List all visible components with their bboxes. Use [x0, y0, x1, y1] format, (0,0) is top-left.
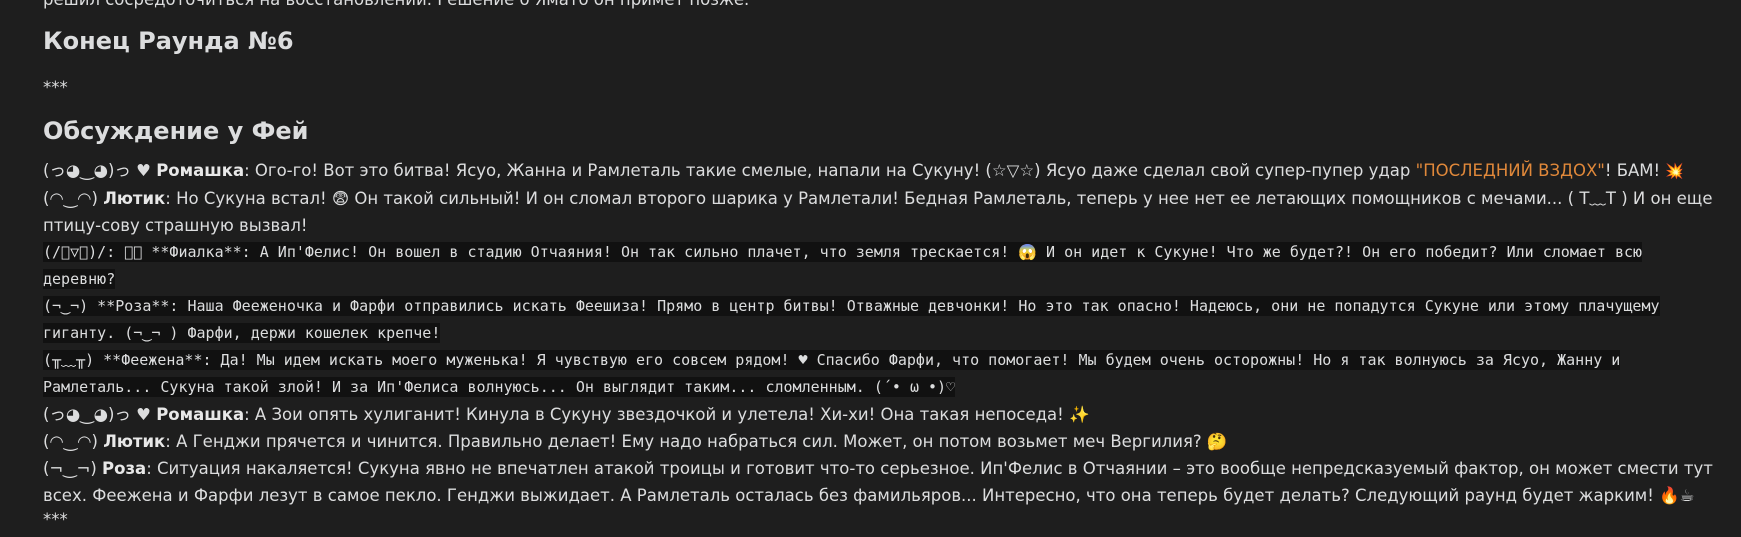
- message-text: : А Генджи прячется и чинится. Правильно…: [165, 432, 1228, 451]
- code-text: (/ﾟ▽ﾟ)/: ･ﾟ **Фиалка**: А Ип'Фелис! Он в…: [43, 242, 1643, 289]
- message-text: : А Зои опять хулиганит! Кинула в Сукуну…: [244, 405, 1090, 424]
- speaker-name: Ромашка: [156, 161, 245, 180]
- discussion-heading: Обсуждение у Фей: [43, 117, 309, 145]
- highlighted-attack-name: "ПОСЛЕДНИЙ ВЗДОХ": [1415, 161, 1605, 180]
- kaomoji: (◠‿◠): [43, 189, 104, 208]
- kaomoji: (っ◕‿◕)っ ♥: [43, 405, 157, 424]
- kaomoji: (っ◕‿◕)っ ♥: [43, 161, 157, 180]
- lead-paragraph: решил сосредоточиться на восстановлении.…: [43, 0, 1713, 13]
- message-text: : Ситуация накаляется! Сукуна явно не вп…: [43, 459, 1713, 505]
- separator: ***: [43, 78, 68, 97]
- explosion-icon: 💥: [1665, 162, 1685, 180]
- speaker-name: Лютик: [103, 432, 166, 451]
- message-text-end: ! БАМ!: [1604, 161, 1666, 180]
- kaomoji: (◠‿◠): [43, 432, 104, 451]
- message-roza-code: (¬‿¬) **Роза**: Наша Феежeночка и Фарфи …: [43, 293, 1713, 347]
- message-fialka-code: (/ﾟ▽ﾟ)/: ･ﾟ **Фиалка**: А Ип'Фелис! Он в…: [43, 239, 1713, 293]
- message-text: : Ого-го! Вот это битва! Ясуо, Жанна и Р…: [244, 161, 1416, 180]
- end-separator: ***: [43, 510, 68, 529]
- kaomoji: (¬‿¬): [43, 459, 103, 478]
- message-text: : Но Сукуна встал! 😨 Он такой сильный! И…: [43, 189, 1713, 235]
- round-end-heading: Конец Раунда №6: [43, 27, 294, 55]
- message-feezhena-code: (╥﹏╥) **Феежена**: Да! Мы идем искать мо…: [43, 347, 1713, 401]
- message-romashka-1: (っ◕‿◕)っ ♥ Ромашка: Ого-го! Вот это битва…: [43, 157, 1713, 185]
- speaker-name: Роза: [102, 459, 147, 478]
- speaker-name: Ромашка: [156, 405, 245, 424]
- code-text: (¬‿¬) **Роза**: Наша Феежeночка и Фарфи …: [43, 296, 1660, 343]
- message-romashka-2: (っ◕‿◕)っ ♥ Ромашка: А Зои опять хулиганит…: [43, 401, 1713, 428]
- message-roza-2: (¬‿¬) Роза: Ситуация накаляется! Сукуна …: [43, 455, 1713, 509]
- document-body: решил сосредоточиться на восстановлении.…: [43, 0, 1713, 531]
- message-lyutik-1: (◠‿◠) Лютик: Но Сукуна встал! 😨 Он такой…: [43, 185, 1713, 239]
- message-lyutik-2: (◠‿◠) Лютик: А Генджи прячется и чинится…: [43, 428, 1713, 455]
- code-text: (╥﹏╥) **Феежена**: Да! Мы идем искать мо…: [43, 350, 1621, 397]
- speaker-name: Лютик: [103, 189, 166, 208]
